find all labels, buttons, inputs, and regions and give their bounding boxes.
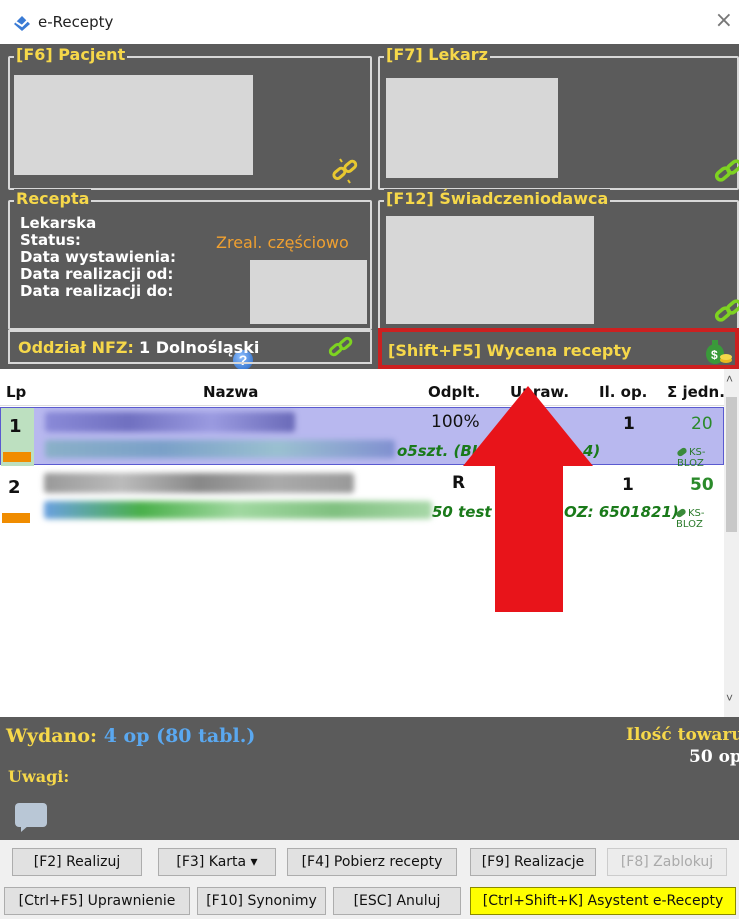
realizations-button[interactable]: [F9] Realizacje — [470, 848, 596, 876]
link-icon[interactable] — [328, 335, 354, 359]
button-bar: [F2] Realizuj [F3] Karta ▾ [F4] Pobierz … — [0, 840, 739, 919]
scroll-down-icon[interactable]: ˅ — [726, 691, 733, 705]
scroll-thumb[interactable] — [726, 397, 737, 532]
pill-icon — [675, 507, 687, 519]
summary-area: Wydano: 4 op (80 tabl.) Ilość towaru 50 … — [0, 717, 739, 840]
row-tag — [2, 513, 30, 523]
patient-panel[interactable]: [F6] Pacjent — [8, 45, 372, 190]
title-bar: e-Recepty × — [0, 0, 739, 44]
issued-label: Wydano: — [6, 725, 98, 747]
col-lp[interactable]: Lp — [6, 383, 26, 401]
link-icon[interactable] — [714, 298, 739, 324]
red-arrow-annotation — [463, 386, 593, 612]
drug-name-redacted — [45, 412, 295, 432]
table-header: Lp Nazwa Odplt. Upraw. Il. op. Σ jedn. — [0, 369, 739, 406]
provider-redacted — [386, 216, 594, 324]
row-tag — [3, 452, 31, 462]
doctor-redacted — [386, 78, 558, 178]
row-jedn: 50 — [690, 475, 714, 495]
scroll-up-icon[interactable]: ˄ — [726, 372, 733, 386]
pricing-label: [Shift+F5] Wycena recepty — [388, 341, 632, 360]
col-jedn[interactable]: Σ jedn. — [667, 383, 725, 401]
row-lp: 1 — [9, 416, 22, 437]
provider-panel[interactable]: [F12] Świadczeniodawca — [378, 189, 739, 330]
prescription-type: Lekarska — [20, 214, 97, 232]
nfz-label: Oddział NFZ: — [18, 338, 134, 357]
pricing-button[interactable]: [Shift+F5] Wycena recepty $ — [378, 328, 739, 369]
col-ilop[interactable]: Il. op. — [599, 383, 647, 401]
fetch-prescriptions-button[interactable]: [F4] Pobierz recepty — [287, 848, 457, 876]
app-icon — [14, 16, 30, 31]
doctor-panel-title: [F7] Lekarz — [384, 45, 490, 64]
realize-button[interactable]: [F2] Realizuj — [12, 848, 142, 876]
lock-button: [F8] Zablokuj — [607, 848, 727, 876]
nfz-value: 1 Dolnośląski — [139, 338, 260, 357]
patient-panel-title: [F6] Pacjent — [14, 45, 128, 64]
assistant-button[interactable]: [Ctrl+Shift+K] Asystent e-Recepty — [470, 887, 736, 915]
row-ilop: 1 — [623, 414, 635, 434]
link-icon[interactable] — [714, 158, 739, 184]
row-lp: 2 — [8, 477, 21, 498]
medicines-table[interactable]: Lp Nazwa Odplt. Upraw. Il. op. Σ jedn. 1… — [0, 369, 739, 717]
svg-text:$: $ — [711, 348, 718, 362]
prescription-panel-title: Recepta — [14, 189, 92, 208]
money-bag-icon: $ — [706, 340, 732, 364]
synonyms-button[interactable]: [F10] Synonimy — [197, 887, 326, 915]
table-row[interactable]: 1 100% o5szt. (BL 4) 1 20 KS-BLOZ — [0, 407, 724, 469]
realization-to-label: Data realizacji do: — [20, 282, 174, 300]
drug-name-redacted — [44, 473, 354, 493]
entitlement-button[interactable]: [Ctrl+F5] Uprawnienie — [4, 887, 190, 915]
prescription-details: Lekarska Status: Data wystawienia: Data … — [20, 215, 176, 300]
drug-detail-redacted — [45, 440, 395, 458]
issued-summary: Wydano: 4 op (80 tabl.) — [6, 725, 255, 747]
patient-redacted — [14, 75, 253, 175]
broken-link-icon[interactable] — [330, 158, 360, 184]
dates-redacted — [250, 260, 367, 324]
quantity-value: 50 op — [689, 747, 739, 767]
notes-label: Uwagi: — [8, 767, 70, 786]
close-icon[interactable]: × — [715, 8, 733, 33]
card-button[interactable]: [F3] Karta ▾ — [158, 848, 276, 876]
notes-bubble-icon[interactable] — [15, 803, 47, 832]
row-code: KS-BLOZ — [675, 507, 705, 530]
status-label: Status: — [20, 231, 81, 249]
window-title: e-Recepty — [38, 13, 114, 31]
issue-date-label: Data wystawienia: — [20, 248, 177, 266]
row-jedn: 20 — [691, 414, 713, 434]
pill-icon — [676, 446, 688, 458]
row-ilop: 1 — [622, 475, 634, 495]
realization-from-label: Data realizacji od: — [20, 265, 174, 283]
row-code: KS-BLOZ — [676, 446, 706, 469]
table-scrollbar[interactable]: ˄ ˅ — [724, 369, 739, 717]
doctor-panel[interactable]: [F7] Lekarz — [378, 45, 739, 190]
status-value: Zreal. częściowo — [216, 233, 349, 252]
nfz-branch: Oddział NFZ: 1 Dolnośląski — [8, 330, 372, 364]
table-row[interactable]: 2 R 50 test OZ: 6501821) 1 50 KS-BLOZ — [0, 469, 724, 530]
issued-value: 4 op (80 tabl.) — [103, 725, 256, 747]
quantity-label: Ilość towaru — [626, 725, 739, 745]
col-nazwa[interactable]: Nazwa — [203, 383, 258, 401]
provider-panel-title: [F12] Świadczeniodawca — [384, 189, 611, 208]
drug-detail-redacted — [44, 501, 432, 519]
info-area: [F6] Pacjent [F7] Lekarz Recepta Lekarsk… — [0, 44, 739, 370]
cancel-button[interactable]: [ESC] Anuluj — [333, 887, 461, 915]
